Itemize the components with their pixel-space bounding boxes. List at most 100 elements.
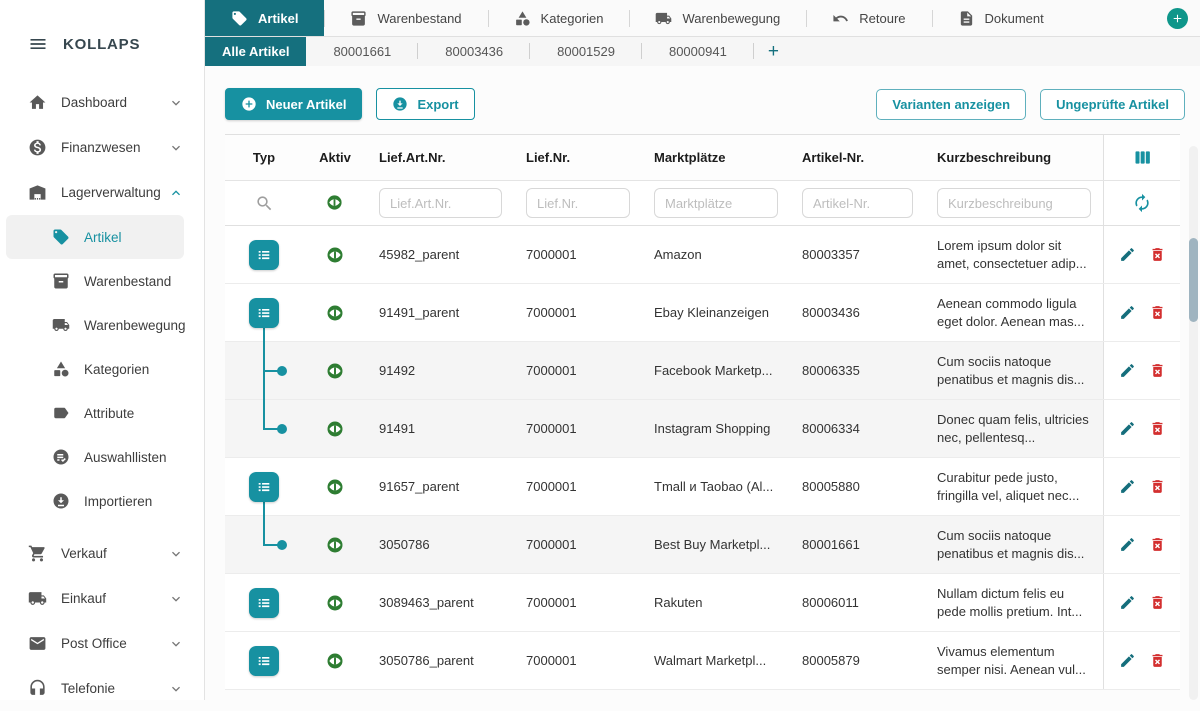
sidebar-item-attribute[interactable]: Attribute	[0, 391, 204, 435]
sidebar-item-dashboard[interactable]: Dashboard	[0, 80, 204, 125]
inventory-icon	[350, 10, 367, 27]
table-row[interactable]: 45982_parent 7000001 Amazon 80003357 Lor…	[225, 226, 1180, 284]
parent-article-icon[interactable]	[249, 472, 279, 502]
table-row[interactable]: 3050786_parent 7000001 Walmart Marketpl.…	[225, 632, 1180, 690]
add-tab-button[interactable]	[1167, 8, 1188, 29]
edit-icon[interactable]	[1119, 246, 1136, 263]
edit-icon[interactable]	[1119, 478, 1136, 495]
parent-article-icon[interactable]	[249, 240, 279, 270]
sidebar-item-verkauf[interactable]: Verkauf	[0, 531, 204, 576]
tab-dokument[interactable]: Dokument	[932, 0, 1070, 36]
module-tabbar: Artikel Warenbestand Kategorien Warenbew…	[205, 0, 1200, 37]
sidebar-item-finanzwesen[interactable]: Finanzwesen	[0, 125, 204, 170]
tab-artikel[interactable]: Artikel	[205, 0, 324, 36]
delete-icon[interactable]	[1149, 246, 1166, 263]
sidebar-item-auswahllisten[interactable]: Auswahllisten	[0, 435, 204, 479]
menu-icon[interactable]	[28, 34, 48, 54]
export-button[interactable]: Export	[376, 88, 474, 120]
sidebar-item-lagerverwaltung[interactable]: Lagerverwaltung	[0, 170, 204, 215]
sidebar-item-kategorien[interactable]: Kategorien	[0, 347, 204, 391]
subtab-80001529[interactable]: 80001529	[530, 37, 642, 66]
plus-icon	[1171, 12, 1184, 25]
active-filter-icon[interactable]	[326, 194, 344, 212]
edit-icon[interactable]	[1119, 362, 1136, 379]
chevron-up-icon	[168, 185, 184, 201]
sidebar-item-telefonie[interactable]: Telefonie	[0, 666, 204, 711]
sidebar-item-label: Auswahllisten	[84, 450, 167, 465]
add-article-tab-button[interactable]: +	[754, 37, 793, 66]
edit-icon[interactable]	[1119, 304, 1136, 321]
truck-icon	[52, 316, 70, 334]
edit-icon[interactable]	[1119, 536, 1136, 553]
marktplatz-cell: Tmall и Taobao (Al...	[642, 458, 790, 515]
parent-article-icon[interactable]	[249, 646, 279, 676]
table-row[interactable]: 91492 7000001 Facebook Marketp... 800063…	[225, 342, 1180, 400]
lief-nr-cell: 7000001	[514, 574, 642, 631]
filter-lief-nr-input[interactable]	[526, 188, 630, 218]
filter-lief-art-nr-input[interactable]	[379, 188, 502, 218]
table-row[interactable]: 3089463_parent 7000001 Rakuten 80006011 …	[225, 574, 1180, 632]
table-row[interactable]: 91491_parent 7000001 Ebay Kleinanzeigen …	[225, 284, 1180, 342]
active-status-icon	[326, 420, 344, 438]
tab-label: Retoure	[859, 11, 905, 26]
sidebar-item-label: Attribute	[84, 406, 134, 421]
tab-warenbewegung[interactable]: Warenbewegung	[629, 0, 806, 36]
subtab-alle-artikel[interactable]: Alle Artikel	[205, 37, 306, 66]
col-header-typ: Typ	[225, 135, 303, 180]
tab-retoure[interactable]: Retoure	[806, 0, 931, 36]
delete-icon[interactable]	[1149, 478, 1166, 495]
table-row[interactable]: 3050786 7000001 Best Buy Marketpl... 800…	[225, 516, 1180, 574]
main-area: Artikel Warenbestand Kategorien Warenbew…	[205, 0, 1200, 700]
tab-label: Artikel	[258, 11, 298, 26]
lief-art-nr-cell: 91657_parent	[367, 458, 514, 515]
edit-icon[interactable]	[1119, 420, 1136, 437]
edit-icon[interactable]	[1119, 594, 1136, 611]
subtab-80000941[interactable]: 80000941	[642, 37, 754, 66]
sidebar-item-artikel[interactable]: Artikel	[6, 215, 184, 259]
sidebar-item-warenbestand[interactable]: Warenbestand	[0, 259, 204, 303]
button-label: Varianten anzeigen	[892, 97, 1010, 112]
marktplatz-cell: Facebook Marketp...	[642, 342, 790, 399]
table-row[interactable]: 91657_parent 7000001 Tmall и Taobao (Al.…	[225, 458, 1180, 516]
unchecked-articles-button[interactable]: Ungeprüfte Artikel	[1040, 89, 1185, 120]
search-icon[interactable]	[255, 194, 274, 213]
scrollbar-thumb[interactable]	[1189, 238, 1198, 322]
sidebar-item-einkauf[interactable]: Einkauf	[0, 576, 204, 621]
filter-kurzbeschreibung-input[interactable]	[937, 188, 1091, 218]
warehouse-icon	[28, 183, 47, 202]
subtab-80001661[interactable]: 80001661	[306, 37, 418, 66]
subtab-label: 80001529	[557, 44, 615, 59]
refresh-icon[interactable]	[1132, 193, 1152, 213]
active-status-icon	[326, 652, 344, 670]
category-icon	[514, 10, 531, 27]
filter-marktplaetze-input[interactable]	[654, 188, 778, 218]
delete-icon[interactable]	[1149, 536, 1166, 553]
sidebar-item-post-office[interactable]: Post Office	[0, 621, 204, 666]
tab-warenbestand[interactable]: Warenbestand	[324, 0, 487, 36]
vertical-scrollbar	[1189, 146, 1198, 700]
delete-icon[interactable]	[1149, 652, 1166, 669]
columns-icon[interactable]	[1132, 147, 1153, 168]
delete-icon[interactable]	[1149, 420, 1166, 437]
lief-art-nr-cell: 45982_parent	[367, 226, 514, 283]
sidebar-item-importieren[interactable]: Importieren	[0, 479, 204, 523]
edit-icon[interactable]	[1119, 652, 1136, 669]
filter-artikel-nr-input[interactable]	[802, 188, 913, 218]
delete-icon[interactable]	[1149, 594, 1166, 611]
subtab-80003436[interactable]: 80003436	[418, 37, 530, 66]
delete-icon[interactable]	[1149, 304, 1166, 321]
tab-kategorien[interactable]: Kategorien	[488, 0, 630, 36]
new-article-button[interactable]: Neuer Artikel	[225, 88, 362, 120]
plus-circle-icon	[241, 96, 257, 112]
table-row[interactable]: 91491 7000001 Instagram Shopping 8000633…	[225, 400, 1180, 458]
sidebar-item-warenbewegung[interactable]: Warenbewegung	[0, 303, 204, 347]
artikel-nr-cell: 80003436	[790, 284, 925, 341]
inventory-icon	[52, 272, 70, 290]
parent-article-icon[interactable]	[249, 588, 279, 618]
tree-node-dot	[277, 540, 287, 550]
delete-icon[interactable]	[1149, 362, 1166, 379]
parent-article-icon[interactable]	[249, 298, 279, 328]
show-variants-button[interactable]: Varianten anzeigen	[876, 89, 1026, 120]
sidebar-item-label: Post Office	[61, 636, 127, 651]
active-status-icon	[326, 594, 344, 612]
